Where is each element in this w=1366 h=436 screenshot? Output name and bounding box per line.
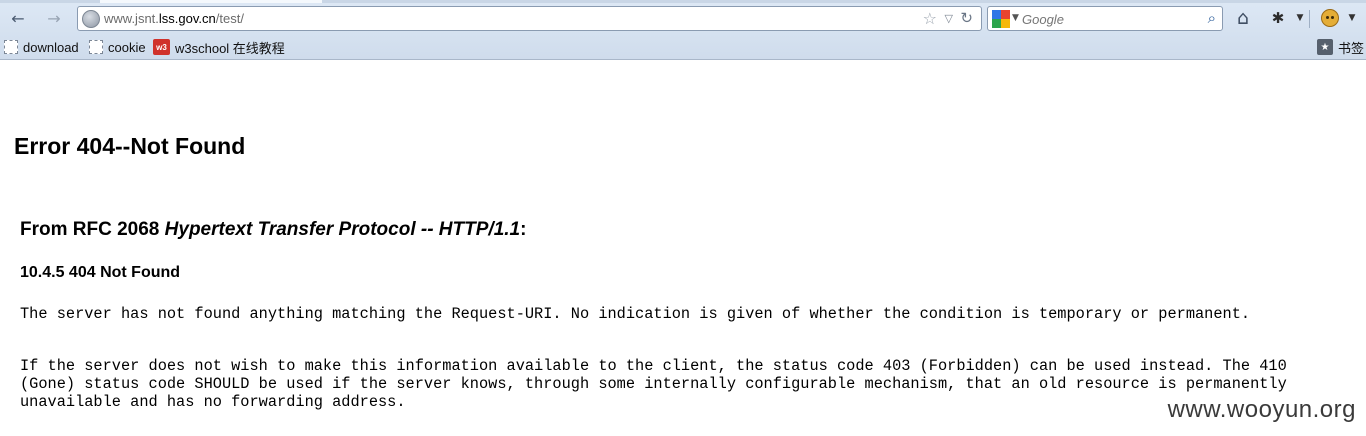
search-input[interactable] bbox=[1022, 9, 1192, 29]
bookmarks-star-icon: ★ bbox=[1317, 39, 1333, 55]
error-title: Error 404--Not Found bbox=[14, 133, 246, 159]
bookmarks-toolbar: download cookie w3 w3school 在线教程 ★ 书签 bbox=[0, 36, 1366, 58]
globe-icon bbox=[82, 10, 100, 28]
bookmark-download[interactable]: download bbox=[4, 38, 79, 56]
bookmark-label: w3school 在线教程 bbox=[175, 40, 285, 56]
bookmarks-library-button[interactable]: ★ 书签 bbox=[1317, 38, 1364, 56]
url-host: lss.gov.cn bbox=[158, 11, 216, 26]
chevron-down-icon: ▼ bbox=[1296, 13, 1304, 23]
rfc-suffix: : bbox=[520, 219, 527, 240]
engine-dropdown-icon[interactable]: ▼ bbox=[1012, 13, 1019, 23]
addon-button[interactable]: ✱ bbox=[1266, 6, 1290, 30]
back-arrow-icon: ← bbox=[11, 8, 25, 28]
persona-dropdown-button[interactable]: ▼ bbox=[1344, 6, 1360, 30]
reload-icon[interactable]: ↻ bbox=[960, 9, 973, 27]
page-icon bbox=[4, 40, 18, 54]
home-icon: ⌂ bbox=[1236, 7, 1250, 29]
paragraph-forbidden: If the server does not wish to make this… bbox=[20, 357, 1287, 411]
history-dropdown-icon[interactable]: ▽ bbox=[945, 12, 953, 25]
browser-chrome: ← → www.jsnt.lss.gov.cn/test/ ☆ ▽ ↻ ▼ ⌕ … bbox=[0, 0, 1366, 60]
monkey-face-icon bbox=[1321, 9, 1339, 27]
chevron-down-icon: ▼ bbox=[1348, 13, 1356, 23]
bookmark-w3school[interactable]: w3 w3school 在线教程 bbox=[153, 38, 285, 56]
tab-strip bbox=[0, 0, 1366, 3]
page-content: Error 404--Not Found From RFC 2068 Hyper… bbox=[0, 61, 1366, 436]
bookmark-star-icon[interactable]: ☆ bbox=[923, 9, 937, 28]
rfc-title: Hypertext Transfer Protocol -- HTTP/1.1 bbox=[164, 219, 521, 240]
rfc-prefix: From RFC 2068 bbox=[20, 219, 165, 240]
paragraph-not-found: The server has not found anything matchi… bbox=[20, 305, 1251, 323]
w3-icon: w3 bbox=[153, 39, 170, 55]
addon-dropdown-button[interactable]: ▼ bbox=[1292, 6, 1308, 30]
home-button[interactable]: ⌂ bbox=[1231, 6, 1255, 30]
page-icon bbox=[89, 40, 103, 54]
toolbar-separator bbox=[1309, 10, 1310, 28]
watermark: www.wooyun.org bbox=[1167, 396, 1356, 423]
bookmarks-library-label: 书签 bbox=[1338, 40, 1365, 56]
bookmark-label: download bbox=[23, 39, 79, 55]
url-host-prefix: www.jsnt. bbox=[104, 11, 159, 26]
section-heading: 10.4.5 404 Not Found bbox=[20, 264, 181, 281]
bug-icon: ✱ bbox=[1271, 9, 1285, 27]
forward-button[interactable]: → bbox=[42, 6, 66, 30]
url-path: /test/ bbox=[215, 11, 244, 26]
url-text[interactable]: www.jsnt.lss.gov.cn/test/ bbox=[104, 11, 244, 26]
bookmark-cookie[interactable]: cookie bbox=[89, 38, 146, 56]
google-engine-icon[interactable] bbox=[992, 10, 1010, 28]
bookmark-label: cookie bbox=[108, 39, 146, 55]
search-icon[interactable]: ⌕ bbox=[1208, 9, 1216, 27]
forward-arrow-icon: → bbox=[47, 8, 61, 28]
search-bar[interactable]: ▼ ⌕ bbox=[987, 6, 1223, 31]
navigation-toolbar: ← → www.jsnt.lss.gov.cn/test/ ☆ ▽ ↻ ▼ ⌕ … bbox=[0, 4, 1366, 32]
persona-button[interactable] bbox=[1318, 6, 1342, 30]
back-button[interactable]: ← bbox=[6, 6, 30, 30]
address-bar[interactable]: www.jsnt.lss.gov.cn/test/ ☆ ▽ ↻ bbox=[77, 6, 982, 31]
rfc-heading: From RFC 2068 Hypertext Transfer Protoco… bbox=[20, 219, 526, 241]
